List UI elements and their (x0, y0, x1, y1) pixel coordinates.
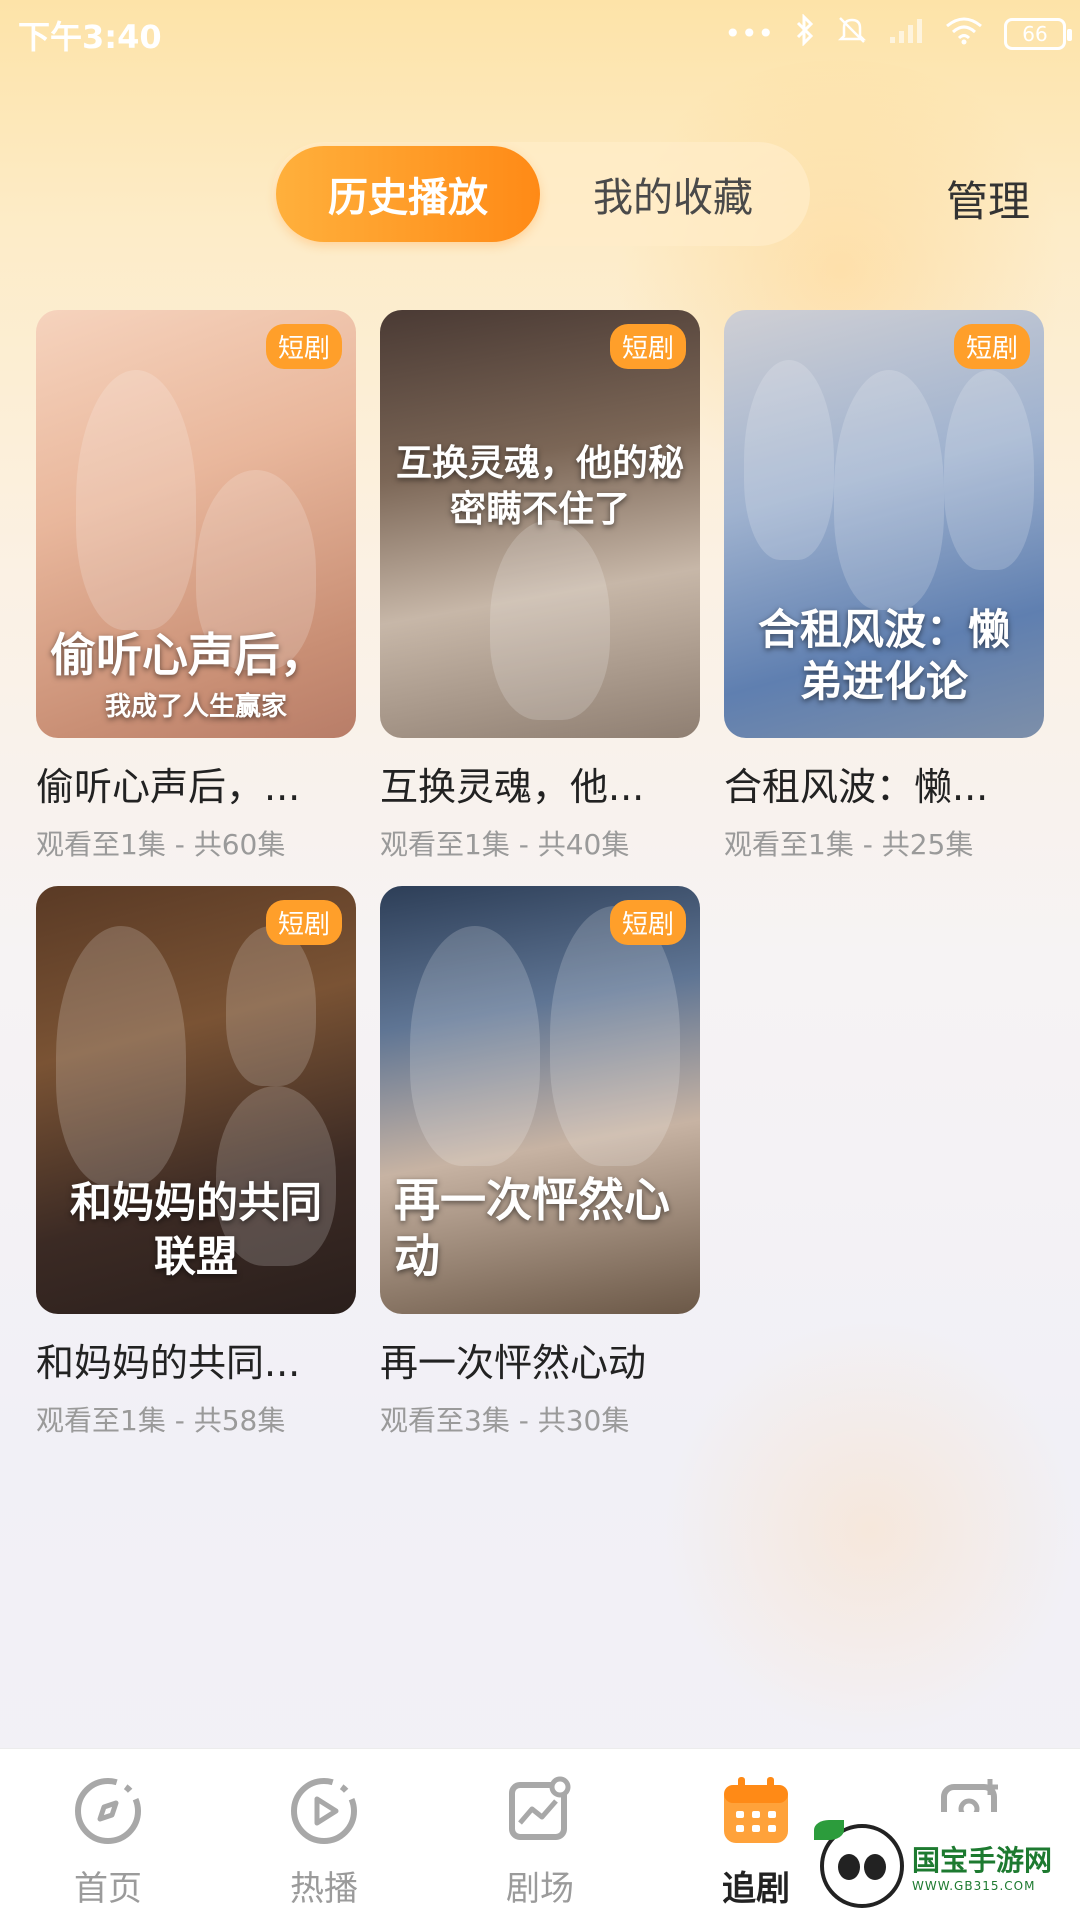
card-progress: 观看至1集 - 共58集 (36, 1404, 286, 1437)
nav-label: 热播 (290, 1869, 358, 1909)
poster-image[interactable]: 短剧 偷听心声后， 我成了人生赢家 (36, 310, 356, 738)
poster-subtitle: 我成了人生赢家 (104, 692, 287, 722)
watermark-title: 国宝手游网 (912, 1844, 1053, 1877)
panda-eye (838, 1854, 860, 1880)
battery-icon: 66 (1004, 17, 1072, 50)
badge-short-drama: 短剧 (265, 324, 342, 369)
nav-trending[interactable]: 热播 (216, 1749, 432, 1920)
wifi-icon (944, 15, 984, 52)
card-title[interactable]: 和妈妈的共同... (36, 1332, 356, 1387)
poster-figure (56, 926, 186, 1186)
background-glow (660, 1320, 1080, 1740)
poster-image[interactable]: 短剧 再一次怦然心动 (380, 886, 700, 1314)
nav-label: 追剧 (722, 1869, 790, 1909)
segmented-tabs: 历史播放 我的收藏 (272, 142, 810, 246)
bluetooth-icon (794, 13, 816, 53)
poster-title: 再一次怦然心动 (394, 1173, 670, 1283)
nav-home[interactable]: 首页 (0, 1749, 216, 1920)
card-title[interactable]: 互换灵魂，他... (380, 756, 700, 811)
status-bar: 下午3:40 ••• 66 (0, 0, 1080, 66)
poster-figure (490, 520, 610, 720)
poster-title: 偷听心声后， (50, 628, 326, 682)
poster-title: 互换灵魂，他的秘密瞒不住了 (395, 442, 684, 530)
card-title[interactable]: 合租风波：懒... (724, 756, 1044, 811)
poster-title: 合租风波：懒弟进化论 (757, 605, 1010, 706)
drama-card[interactable]: 短剧 偷听心声后， 我成了人生赢家 偷听心声后，... 观看至1集 - 共60集 (36, 310, 356, 863)
drama-card[interactable]: 短剧 再一次怦然心动 再一次怦然心动 观看至3集 - 共30集 (380, 886, 700, 1439)
poster-figure (550, 906, 680, 1166)
watermark: 国宝手游网 WWW.GB315.COM (812, 1812, 1074, 1920)
poster-title: 和妈妈的共同联盟 (69, 1178, 322, 1281)
calendar-icon (718, 1773, 794, 1849)
signal-icon (888, 15, 924, 52)
nav-label: 剧场 (506, 1869, 574, 1909)
card-progress: 观看至1集 - 共25集 (724, 828, 974, 861)
poster-image[interactable]: 短剧 和妈妈的共同联盟 (36, 886, 356, 1314)
badge-short-drama: 短剧 (953, 324, 1030, 369)
nav-label: 首页 (74, 1869, 142, 1909)
card-progress: 观看至1集 - 共40集 (380, 828, 630, 861)
poster-figure (226, 926, 316, 1086)
manage-button[interactable]: 管理 (946, 168, 1030, 229)
poster-image[interactable]: 短剧 互换灵魂，他的秘密瞒不住了 (380, 310, 700, 738)
panda-logo-icon (814, 1820, 904, 1908)
card-progress: 观看至1集 - 共60集 (36, 828, 286, 861)
mute-icon (836, 14, 868, 53)
badge-short-drama: 短剧 (265, 900, 342, 945)
battery-level: 66 (1022, 21, 1048, 46)
tab-favorites[interactable]: 我的收藏 (540, 146, 806, 242)
card-title[interactable]: 偷听心声后，... (36, 756, 356, 811)
chart-image-icon (502, 1773, 578, 1849)
poster-figure (76, 370, 196, 630)
compass-icon (70, 1773, 146, 1849)
nav-theater[interactable]: 剧场 (432, 1749, 648, 1920)
poster-figure (944, 370, 1034, 570)
poster-image[interactable]: 短剧 合租风波：懒弟进化论 (724, 310, 1044, 738)
tab-history[interactable]: 历史播放 (276, 146, 540, 242)
drama-card[interactable]: 短剧 和妈妈的共同联盟 和妈妈的共同... 观看至1集 - 共58集 (36, 886, 356, 1439)
poster-figure (834, 370, 944, 610)
status-icons: ••• 66 (724, 13, 1072, 53)
watermark-url: WWW.GB315.COM (912, 1879, 1036, 1893)
drama-card[interactable]: 短剧 互换灵魂，他的秘密瞒不住了 互换灵魂，他... 观看至1集 - 共40集 (380, 310, 700, 863)
status-time: 下午3:40 (18, 18, 162, 56)
poster-figure (744, 360, 834, 560)
watermark-text: 国宝手游网 WWW.GB315.COM (912, 1839, 1052, 1893)
badge-short-drama: 短剧 (609, 900, 686, 945)
badge-short-drama: 短剧 (609, 324, 686, 369)
panda-eye (864, 1854, 886, 1880)
drama-card[interactable]: 短剧 合租风波：懒弟进化论 合租风波：懒... 观看至1集 - 共25集 (724, 310, 1044, 863)
card-title[interactable]: 再一次怦然心动 (380, 1332, 700, 1387)
leaf-icon (814, 1820, 844, 1840)
play-circle-icon (286, 1773, 362, 1849)
more-dots-icon: ••• (724, 16, 774, 50)
poster-figure (410, 926, 540, 1166)
card-progress: 观看至3集 - 共30集 (380, 1404, 630, 1437)
